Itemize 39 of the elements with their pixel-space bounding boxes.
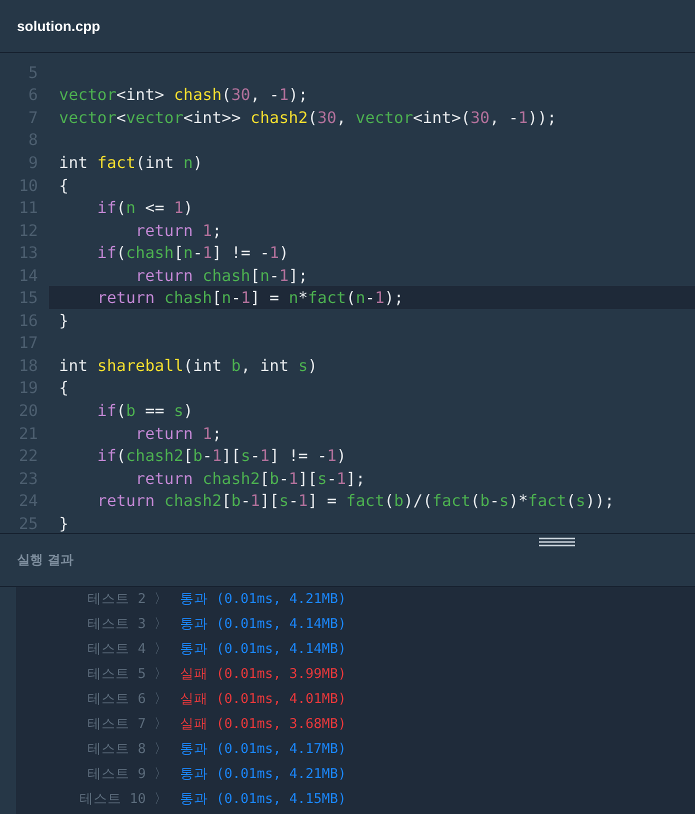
test-result: 통과 (0.01ms, 4.14MB)	[180, 640, 346, 658]
code-line: int shareball(int b, int s)	[59, 356, 318, 375]
test-label: 테스트 6 〉	[86, 690, 168, 708]
file-tab[interactable]: solution.cpp	[17, 18, 100, 34]
test-result: 실패 (0.01ms, 3.68MB)	[180, 714, 346, 733]
code-line: return chash2[b-1][s-1];	[134, 468, 366, 488]
test-result: 통과 (0.01ms, 4.14MB)	[180, 615, 346, 634]
code-line: if(n <= 1)	[96, 198, 193, 218]
test-result: 통과 (0.01ms, 4.17MB)	[180, 740, 346, 758]
test-label: 테스트 7 〉	[86, 714, 168, 733]
test-result: 통과 (0.01ms, 4.21MB)	[180, 764, 346, 783]
test-label: 테스트 9 〉	[86, 764, 168, 783]
code-line: int fact(int n)	[59, 152, 203, 172]
test-label: 테스트 8 〉	[86, 740, 168, 758]
test-result: 통과 (0.01ms, 4.15MB)	[180, 790, 346, 808]
code-line: if(b == s)	[96, 400, 193, 420]
test-label: 테스트 4 〉	[86, 640, 168, 658]
code-line: return 1;	[134, 220, 222, 240]
test-result: 통과 (0.01ms, 4.21MB)	[180, 590, 346, 608]
resize-handle-icon[interactable]	[539, 537, 575, 547]
code-line: if(chash[n-1] != -1)	[96, 243, 289, 262]
code-line: vector<vector<int>> chash2(30, vector<int>(30, -1));	[59, 108, 557, 127]
code-line: return chash2[b-1][s-1] = fact(b)/(fact(b-s)*fact(s));	[96, 491, 614, 510]
test-result: 실패 (0.01ms, 3.99MB)	[180, 665, 346, 684]
code-line: {	[59, 176, 69, 194]
code-line: return 1;	[134, 424, 222, 443]
test-label: 테스트 3 〉	[86, 615, 168, 634]
results-title: 실행 결과	[17, 552, 74, 569]
test-label: 테스트 10 〉	[78, 790, 168, 808]
code-line: if(chash2[b-1][s-1] != -1)	[96, 446, 346, 466]
code-line: return chash[n-1] = n*fact(n-1);	[96, 288, 404, 308]
code-line: }	[59, 310, 69, 330]
code-line: return chash[n-1];	[134, 266, 308, 285]
test-result: 실패 (0.01ms, 4.01MB)	[180, 690, 346, 708]
code-line: vector<int> chash(30, -1);	[59, 85, 308, 104]
test-label: 테스트 2 〉	[86, 590, 168, 608]
test-label: 테스트 5 〉	[86, 665, 168, 684]
code-line: {	[59, 378, 69, 398]
code-line: }	[59, 514, 69, 533]
